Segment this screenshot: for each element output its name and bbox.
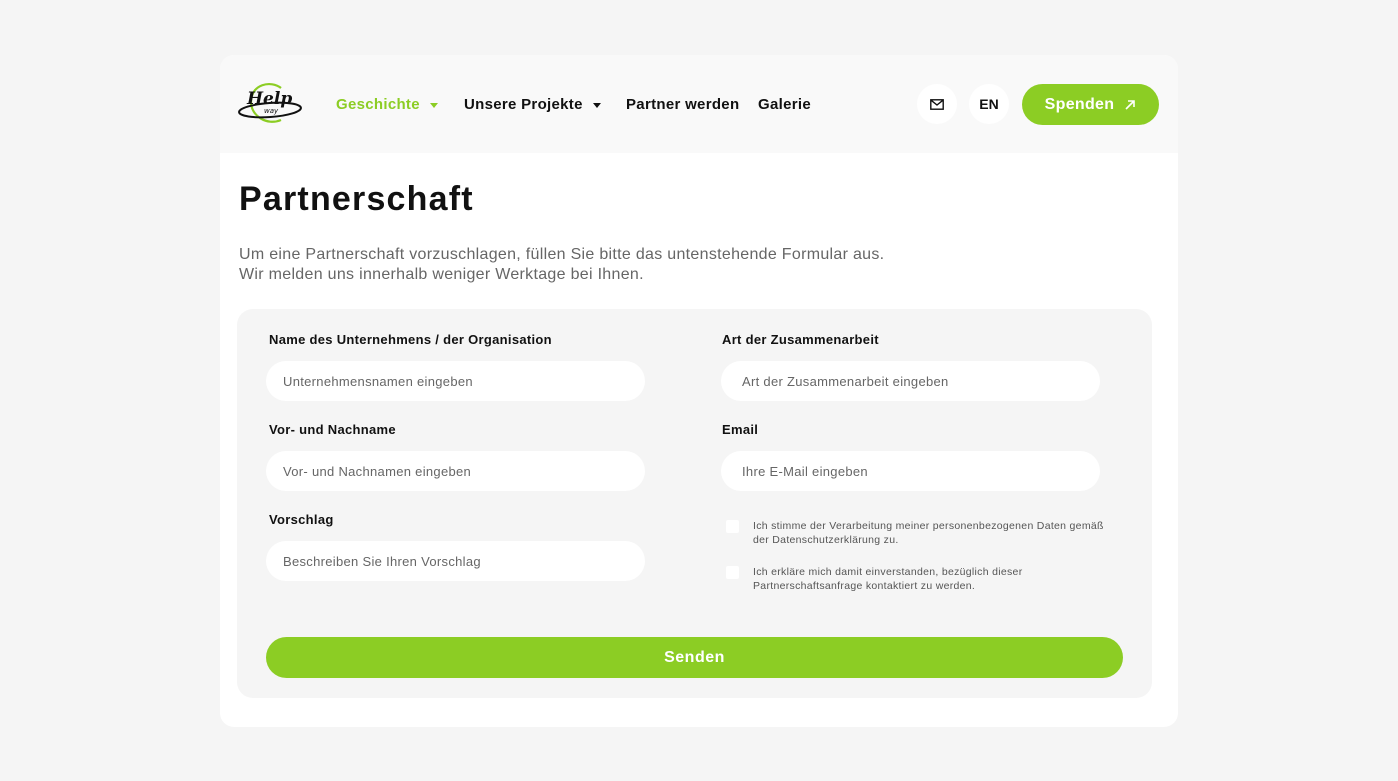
nav-item-unsere-projekte[interactable]: Unsere Projekte xyxy=(464,55,601,153)
intro-line: Wir melden uns innerhalb weniger Werktag… xyxy=(239,266,644,283)
mail-icon xyxy=(930,98,944,110)
consent-line: Ich stimme der Verarbeitung meiner perso… xyxy=(753,520,1104,532)
proposal-input[interactable] xyxy=(266,541,645,581)
consent-privacy-checkbox[interactable] xyxy=(726,520,739,533)
consent-line: der Datenschutzerklärung zu. xyxy=(753,534,899,546)
logo[interactable]: Help way xyxy=(237,82,303,126)
helpway-logo-icon: Help way xyxy=(238,83,302,123)
consent-privacy-row: Ich stimme der Verarbeitung meiner perso… xyxy=(726,519,1126,547)
email-input[interactable] xyxy=(721,451,1100,491)
company-label: Name des Unternehmens / der Organisation xyxy=(269,332,552,347)
consent-line: Ich erkläre mich damit einverstanden, be… xyxy=(753,566,1023,578)
name-label: Vor- und Nachname xyxy=(269,422,396,437)
language-label: EN xyxy=(979,96,999,112)
submit-button[interactable]: Senden xyxy=(266,637,1123,678)
partnership-form: Name des Unternehmens / der Organisation… xyxy=(237,309,1152,698)
donate-button[interactable]: Spenden xyxy=(1022,84,1159,125)
intro-text: Um eine Partnerschaft vorzuschlagen, fül… xyxy=(239,245,959,285)
cooperation-input[interactable] xyxy=(721,361,1100,401)
consent-contact-row: Ich erkläre mich damit einverstanden, be… xyxy=(726,565,1126,593)
consent-contact-text: Ich erkläre mich damit einverstanden, be… xyxy=(753,565,1023,593)
page-title: Partnerschaft xyxy=(239,180,474,218)
email-label: Email xyxy=(722,422,759,437)
cooperation-label: Art der Zusammenarbeit xyxy=(722,332,879,347)
nav-label: Partner werden xyxy=(626,95,740,113)
language-button[interactable]: EN xyxy=(969,84,1009,124)
nav-item-galerie[interactable]: Galerie xyxy=(758,55,811,153)
company-input[interactable] xyxy=(266,361,645,401)
consent-privacy-text: Ich stimme der Verarbeitung meiner perso… xyxy=(753,519,1104,547)
arrow-up-right-icon xyxy=(1125,99,1136,110)
chevron-down-icon xyxy=(429,102,438,108)
nav-label: Geschichte xyxy=(336,95,420,113)
nav-label: Galerie xyxy=(758,95,811,113)
donate-label: Spenden xyxy=(1044,95,1115,113)
mail-button[interactable] xyxy=(917,84,957,124)
nav-label: Unsere Projekte xyxy=(464,95,583,113)
main-card: Help way Geschichte Unsere Projekte Part… xyxy=(220,55,1178,727)
nav-item-geschichte[interactable]: Geschichte xyxy=(336,55,438,153)
site-header: Help way Geschichte Unsere Projekte Part… xyxy=(220,55,1178,153)
nav-item-partner-werden[interactable]: Partner werden xyxy=(626,55,739,153)
consent-line: Partnerschaftsanfrage kontaktiert zu wer… xyxy=(753,580,976,592)
name-input[interactable] xyxy=(266,451,645,491)
intro-line: Um eine Partnerschaft vorzuschlagen, fül… xyxy=(239,246,885,263)
svg-text:way: way xyxy=(264,107,279,115)
proposal-label: Vorschlag xyxy=(269,512,334,527)
consent-contact-checkbox[interactable] xyxy=(726,566,739,579)
chevron-down-icon xyxy=(592,102,601,108)
svg-text:Help: Help xyxy=(246,89,292,109)
